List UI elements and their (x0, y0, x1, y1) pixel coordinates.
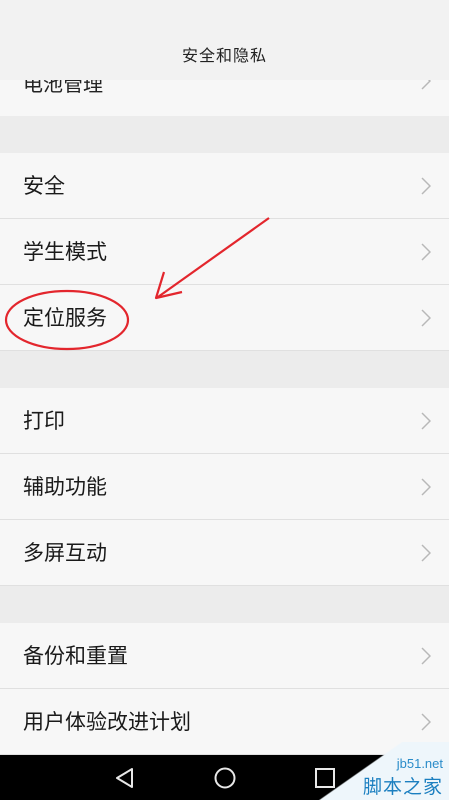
settings-row-accessibility[interactable]: 辅助功能 (0, 454, 449, 520)
row-label: 多屏互动 (23, 541, 107, 565)
row-label: 安全 (23, 174, 65, 198)
home-icon[interactable] (211, 764, 239, 792)
chevron-right-icon (421, 478, 431, 496)
settings-row-backup-reset[interactable]: 备份和重置 (0, 623, 449, 689)
settings-row-battery[interactable]: 电池管理 (0, 80, 449, 117)
section-divider (0, 351, 449, 388)
row-label: 打印 (23, 409, 65, 433)
title-bar: 安全和隐私 (0, 0, 449, 80)
section-divider (0, 116, 449, 153)
row-label: 辅助功能 (23, 475, 107, 499)
back-icon[interactable] (111, 764, 139, 792)
row-label: 学生模式 (23, 240, 107, 264)
row-label: 用户体验改进计划 (23, 710, 191, 734)
row-label: 定位服务 (23, 306, 107, 330)
chevron-right-icon (421, 309, 431, 327)
chevron-right-icon (421, 243, 431, 261)
settings-row-student-mode[interactable]: 学生模式 (0, 219, 449, 285)
settings-row-print[interactable]: 打印 (0, 388, 449, 454)
watermark: jb51.net 脚本之家 (314, 742, 449, 800)
chevron-right-icon (421, 647, 431, 665)
settings-row-multiscreen[interactable]: 多屏互动 (0, 520, 449, 586)
settings-row-security[interactable]: 安全 (0, 153, 449, 219)
row-label: 备份和重置 (23, 644, 128, 668)
chevron-right-icon (421, 412, 431, 430)
section-divider (0, 586, 449, 623)
chevron-right-icon (421, 177, 431, 195)
watermark-name: 脚本之家 (362, 776, 443, 798)
watermark-site: jb51.net (396, 756, 443, 771)
page-title: 安全和隐私 (181, 46, 267, 65)
chevron-right-icon (421, 713, 431, 731)
chevron-right-icon (421, 544, 431, 562)
settings-row-location-services[interactable]: 定位服务 (0, 285, 449, 351)
row-label: 电池管理 (23, 80, 103, 96)
chevron-right-icon (421, 80, 431, 90)
